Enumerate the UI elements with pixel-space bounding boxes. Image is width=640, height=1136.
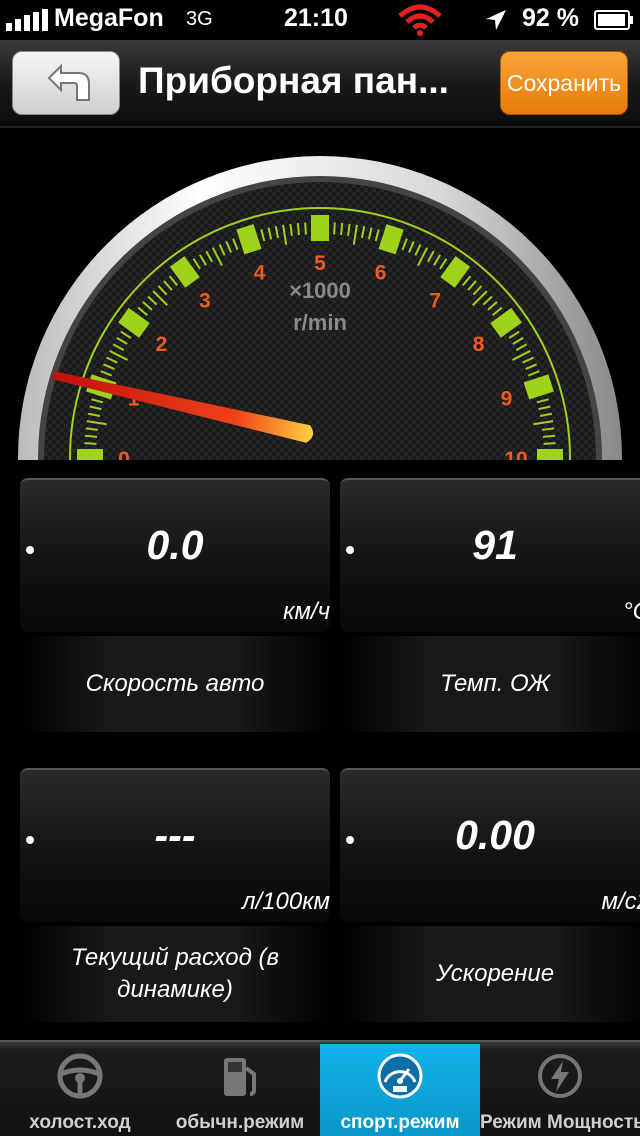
fuel-consumption-unit: л/100км [241,888,330,915]
rpm-gauge: 012345678910 ×1000 r/min [0,128,640,460]
tile-display: 0.0 км/ч [20,478,330,632]
tile-display: 91 °C [340,478,640,632]
gauge-minor-tick [84,434,98,438]
speedometer-icon [377,1053,423,1099]
tile-label-box: Текущий расход (в динамике) [20,926,330,1022]
tab-idle[interactable]: холост.ход [0,1044,160,1136]
battery-icon [594,10,633,30]
gauge-major-tick [77,449,103,460]
gauge-scale-label: ×1000 [289,278,351,303]
gauge-major-tick [311,215,329,241]
gauge-tick-label: 4 [254,262,266,285]
save-button[interactable]: Сохранить [500,51,628,115]
gauge-minor-tick [84,442,97,445]
tab-label: Режим Мощность [480,1112,640,1133]
speed-unit: км/ч [283,598,330,625]
gauge-minor-tick [542,434,556,438]
tab-label: обычн.режим [175,1112,305,1133]
lightning-icon [538,1054,582,1098]
tile-label-box: Скорость авто [20,636,330,732]
gauge-tick-label: 5 [314,252,326,275]
gauge-minor-tick [340,222,344,236]
page-title: Приборная пан... [138,60,449,101]
speed-label: Скорость авто [85,670,265,697]
tab-bar: холост.ход обычн.режим спорт.режим Режим… [0,1040,640,1136]
tab-power-mode[interactable]: Режим Мощность [480,1044,640,1136]
gauge-tick-label: 6 [375,262,387,285]
gauge-tick-label: 9 [501,387,513,410]
navigation-bar: Приборная пан... Сохранить [0,40,640,128]
tab-label: холост.ход [29,1112,131,1133]
back-arrow-icon [47,63,90,101]
gauge-minor-tick [333,222,336,235]
tab-label: спорт.режим [340,1112,460,1133]
signal-icon [6,9,48,31]
gauge-minor-tick [543,442,556,445]
network-type: 3G [186,8,213,30]
gauge-tick-label: 7 [429,289,441,312]
steering-wheel-icon [57,1053,103,1099]
status-bar: MegaFon 3G 21:10 92 % [0,0,640,40]
gauge-minor-tick [304,222,307,235]
gauge-tick-label: 10 [504,448,527,460]
acceleration-value: 0.00 [455,812,535,858]
fuel-consumption-label: Текущий расход (в динамике) [70,944,280,1003]
battery-percent: 92 % [522,4,579,32]
coolant-temp-unit: °C [623,598,640,625]
location-arrow-icon [486,10,506,30]
coolant-temp-label: Темп. ОЖ [440,670,550,697]
speed-value: 0.0 [146,522,204,568]
gauge-tick-label: 3 [199,289,211,312]
back-button[interactable] [12,51,120,115]
fuel-consumption-value: --- [154,812,196,858]
tile-label-box: Ускорение [340,926,640,1022]
carrier-name: MegaFon [54,4,164,32]
fuel-pump-icon [224,1058,256,1096]
gauge-tick-label: 2 [156,333,168,356]
clock: 21:10 [284,4,348,32]
gauge-tick-label: 8 [473,333,485,356]
gauge-minor-tick [296,222,300,236]
coolant-temp-value: 91 [472,522,518,568]
gauge-tick-label: 0 [118,448,130,460]
wifi-icon [398,4,442,36]
acceleration-unit: м/с2 [601,888,640,915]
gauge-face [18,156,622,460]
tile-display: 0.00 м/с2 [340,768,640,922]
tab-normal-mode[interactable]: обычн.режим [160,1044,320,1136]
tile-display: --- л/100км [20,768,330,922]
acceleration-label: Ускорение [435,960,555,987]
tile-label-box: Темп. ОЖ [340,636,640,732]
gauge-unit-label: r/min [293,310,347,335]
gauge-major-tick [537,449,563,460]
tab-sport-mode[interactable]: спорт.режим [320,1044,480,1136]
